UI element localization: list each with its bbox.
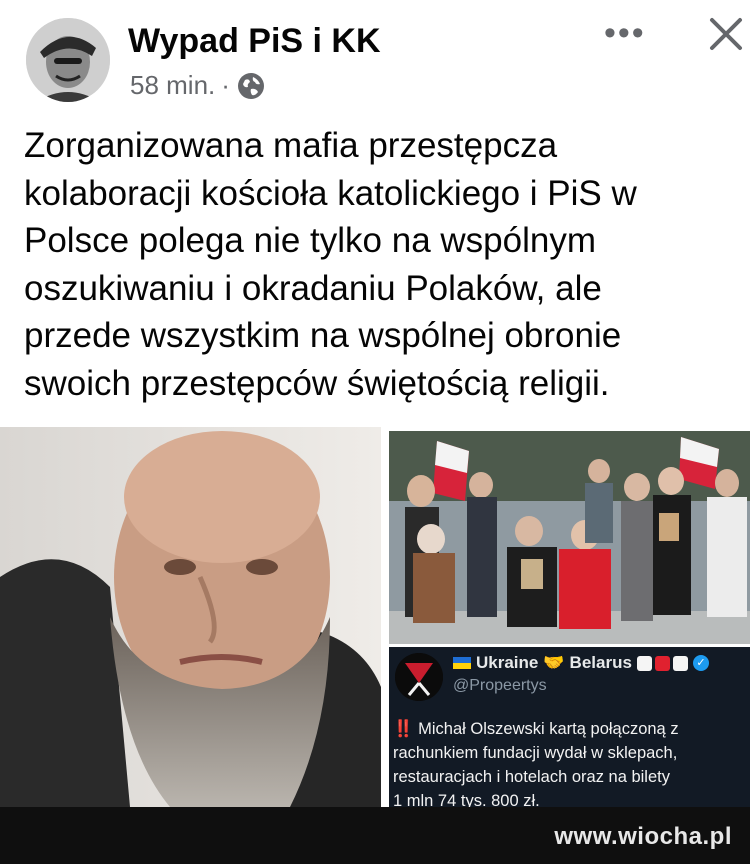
belarus-flag-icon	[636, 655, 688, 671]
tweet-text: Michał Olszewski kartą połączoną z rachu…	[393, 720, 679, 807]
embedded-tweet[interactable]: Ukraine 🤝 Belarus ✓ @Propeertys ‼️ Micha…	[389, 647, 750, 807]
close-icon[interactable]	[706, 14, 746, 54]
tweet-display-name[interactable]: Ukraine 🤝 Belarus ✓	[453, 653, 709, 673]
post-text: Zorganizowana mafia przestępcza kolabora…	[24, 126, 637, 403]
more-options-icon[interactable]: •••	[604, 14, 646, 53]
photo-bearded-man[interactable]	[0, 427, 381, 807]
post-time[interactable]: 58 min.	[130, 70, 215, 101]
tweet-avatar-image	[395, 653, 443, 701]
tweet-body: ‼️ Michał Olszewski kartą połączoną z ra…	[393, 717, 748, 807]
tweet-name-part1: Ukraine	[476, 653, 539, 672]
footer-bar: www.wiocha.pl	[0, 807, 750, 864]
photo-protest-crowd[interactable]	[389, 431, 750, 644]
tweet-avatar[interactable]	[395, 653, 443, 701]
handshake-icon: 🤝	[543, 653, 565, 672]
post-header: Wypad PiS i KK 58 min. · •••	[0, 0, 750, 115]
post-photos[interactable]: Ukraine 🤝 Belarus ✓ @Propeertys ‼️ Micha…	[0, 427, 750, 807]
alert-icon: ‼️	[393, 720, 414, 738]
page-name[interactable]: Wypad PiS i KK	[128, 22, 381, 61]
tweet-name-part2: Belarus	[569, 653, 632, 672]
tweet-handle[interactable]: @Propeertys	[453, 677, 547, 695]
page-avatar[interactable]	[26, 18, 110, 102]
avatar-image	[26, 18, 110, 102]
meta-separator: ·	[221, 70, 230, 100]
crowd-image	[389, 431, 750, 644]
post-meta: 58 min. ·	[130, 70, 266, 101]
verified-badge-icon: ✓	[692, 655, 709, 671]
portrait-image	[0, 427, 381, 807]
ukraine-flag-icon	[453, 657, 471, 669]
watermark: www.wiocha.pl	[554, 823, 732, 850]
globe-icon[interactable]	[236, 71, 266, 101]
